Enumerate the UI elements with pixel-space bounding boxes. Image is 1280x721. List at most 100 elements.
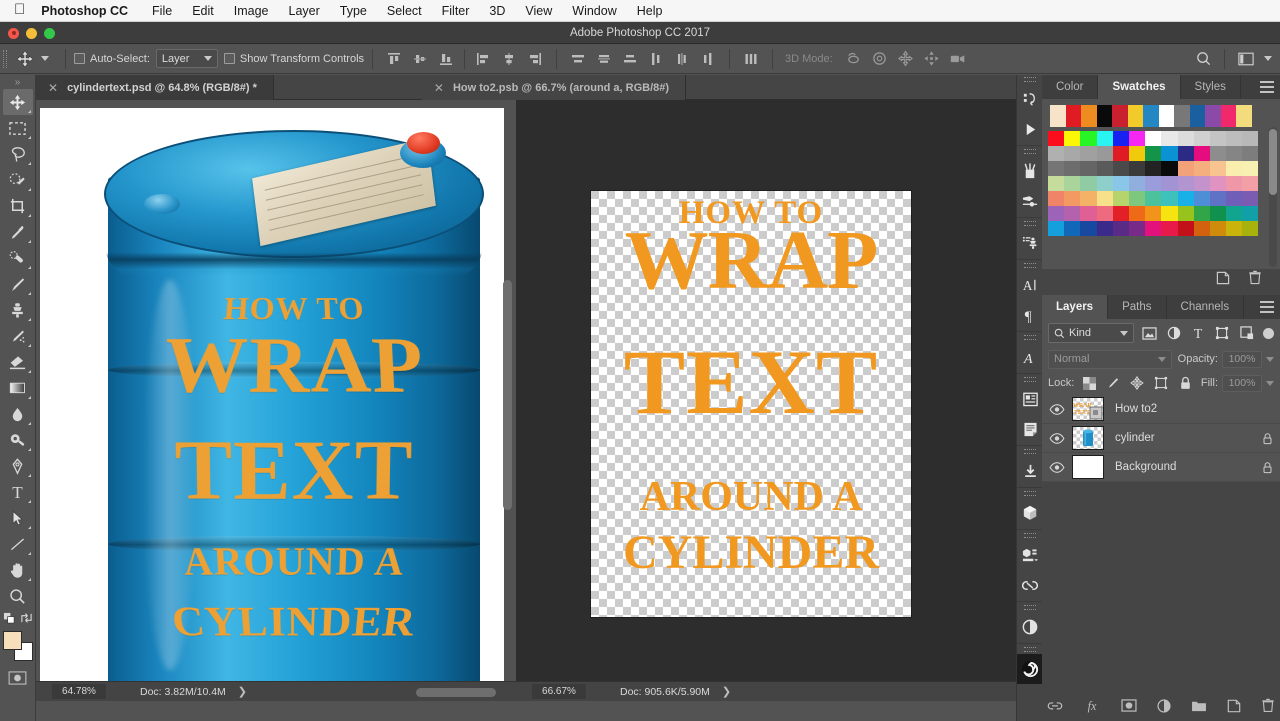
chevron-down-icon[interactable] <box>1266 357 1274 362</box>
lock-transparent-pixels-icon[interactable] <box>1080 374 1098 392</box>
expand-toolbar-icon[interactable] <box>0 75 36 89</box>
lasso-tool-icon[interactable] <box>3 141 33 167</box>
clone-source-panel-icon[interactable] <box>1017 228 1043 258</box>
menu-item-view[interactable]: View <box>515 0 562 22</box>
foreground-background-color[interactable] <box>3 631 33 661</box>
opacity-control[interactable]: Opacity: 100% <box>1178 351 1274 368</box>
adjustments-panel-icon[interactable] <box>1017 612 1043 642</box>
color-swatch[interactable] <box>1178 191 1194 206</box>
color-swatch[interactable] <box>1145 146 1161 161</box>
minimize-icon[interactable] <box>26 28 37 39</box>
layer-name[interactable]: How to2 <box>1115 403 1254 415</box>
zoom-level[interactable]: 64.78% <box>52 684 106 699</box>
distribute-right-edges-icon[interactable] <box>695 47 721 71</box>
color-swatch[interactable] <box>1048 221 1064 236</box>
lock-image-pixels-icon[interactable] <box>1104 374 1122 392</box>
color-swatch[interactable] <box>1226 161 1242 176</box>
color-swatch[interactable] <box>1221 105 1237 127</box>
color-swatch[interactable] <box>1064 146 1080 161</box>
close-icon[interactable]: ✕ <box>48 82 58 94</box>
color-swatch[interactable] <box>1159 105 1175 127</box>
color-swatch[interactable] <box>1194 146 1210 161</box>
layer-mask-icon[interactable] <box>1121 699 1137 717</box>
measurement-log-panel-icon[interactable] <box>1017 540 1043 570</box>
color-swatch[interactable] <box>1129 191 1145 206</box>
chevron-down-icon[interactable] <box>41 56 49 61</box>
color-swatch[interactable] <box>1161 131 1177 146</box>
lock-icon[interactable] <box>1254 461 1280 474</box>
color-swatch[interactable] <box>1097 146 1113 161</box>
color-swatch[interactable] <box>1048 176 1064 191</box>
color-swatch[interactable] <box>1064 191 1080 206</box>
tab-swatches[interactable]: Swatches <box>1098 75 1180 99</box>
color-swatch[interactable] <box>1205 105 1221 127</box>
brush-settings-panel-icon[interactable] <box>1017 186 1043 216</box>
color-swatch[interactable] <box>1097 105 1113 127</box>
color-swatch[interactable] <box>1113 176 1129 191</box>
zoom-icon[interactable] <box>44 28 55 39</box>
menu-item-layer[interactable]: Layer <box>279 0 330 22</box>
dodge-tool-icon[interactable] <box>3 427 33 453</box>
document-window-howto2[interactable]: HOW TO WRAP TEXT AROUND A CYLINDER 66.67… <box>516 100 1016 701</box>
distribute-horizontal-centers-icon[interactable] <box>669 47 695 71</box>
blend-mode-select[interactable]: Normal <box>1048 350 1172 369</box>
pen-tool-icon[interactable] <box>3 453 33 479</box>
show-transform-controls-checkbox[interactable]: Show Transform Controls <box>224 53 364 65</box>
color-swatch[interactable] <box>1064 221 1080 236</box>
horizontal-type-tool-icon[interactable]: T <box>3 479 33 505</box>
dock-grip[interactable] <box>1017 447 1042 456</box>
rectangular-marquee-tool-icon[interactable] <box>3 115 33 141</box>
table-row[interactable]: Background <box>1042 453 1280 482</box>
dock-grip[interactable] <box>1017 333 1042 342</box>
filter-adjustment-icon[interactable] <box>1164 323 1182 343</box>
align-top-edges-icon[interactable] <box>381 47 407 71</box>
filter-type-icon[interactable]: T <box>1189 323 1207 343</box>
tab-styles[interactable]: Styles <box>1181 75 1241 99</box>
color-swatch[interactable] <box>1143 105 1159 127</box>
color-swatch[interactable] <box>1145 131 1161 146</box>
new-group-icon[interactable] <box>1191 699 1207 717</box>
rotate-3d-icon[interactable] <box>841 47 867 71</box>
brush-tool-icon[interactable] <box>3 271 33 297</box>
layer-name[interactable]: cylinder <box>1115 432 1254 444</box>
hand-tool-icon[interactable] <box>3 557 33 583</box>
align-horizontal-centers-icon[interactable] <box>496 47 522 71</box>
color-swatch[interactable] <box>1048 131 1064 146</box>
background-layer-thumb[interactable] <box>1072 455 1104 479</box>
chevron-right-icon[interactable]: ❯ <box>722 685 731 698</box>
color-swatch[interactable] <box>1145 161 1161 176</box>
color-swatch[interactable] <box>1178 131 1194 146</box>
color-swatch[interactable] <box>1210 221 1226 236</box>
layer-filter-kind-select[interactable]: Kind <box>1048 323 1134 343</box>
menu-item-image[interactable]: Image <box>224 0 279 22</box>
crop-tool-icon[interactable] <box>3 193 33 219</box>
filter-toggle-icon[interactable] <box>1262 323 1274 343</box>
notes-panel-icon[interactable] <box>1017 414 1043 444</box>
color-swatch[interactable] <box>1081 105 1097 127</box>
quick-selection-tool-icon[interactable] <box>3 167 33 193</box>
properties-panel-icon[interactable] <box>1017 384 1043 414</box>
libraries-download-icon[interactable] <box>1017 456 1043 486</box>
color-swatch[interactable] <box>1048 146 1064 161</box>
auto-select-checkbox[interactable]: Auto-Select: <box>74 53 150 65</box>
fill-value[interactable]: 100% <box>1222 375 1262 392</box>
filter-pixel-icon[interactable] <box>1140 323 1158 343</box>
color-swatch[interactable] <box>1097 221 1113 236</box>
dock-grip[interactable] <box>1017 531 1042 540</box>
color-swatch[interactable] <box>1190 105 1206 127</box>
eye-icon[interactable] <box>1042 395 1072 424</box>
color-swatch[interactable] <box>1080 146 1096 161</box>
fill-control[interactable]: Fill: 100% <box>1201 375 1274 392</box>
color-swatch[interactable] <box>1129 176 1145 191</box>
new-adjustment-layer-icon[interactable] <box>1157 699 1171 718</box>
lock-all-icon[interactable] <box>1176 374 1194 392</box>
color-swatch[interactable] <box>1161 191 1177 206</box>
distribute-left-edges-icon[interactable] <box>643 47 669 71</box>
dock-grip[interactable] <box>1017 75 1042 84</box>
color-swatch[interactable] <box>1064 161 1080 176</box>
distribute-top-edges-icon[interactable] <box>565 47 591 71</box>
color-swatch[interactable] <box>1242 206 1258 221</box>
color-swatch[interactable] <box>1112 105 1128 127</box>
color-swatch[interactable] <box>1097 176 1113 191</box>
opacity-value[interactable]: 100% <box>1222 351 1262 368</box>
